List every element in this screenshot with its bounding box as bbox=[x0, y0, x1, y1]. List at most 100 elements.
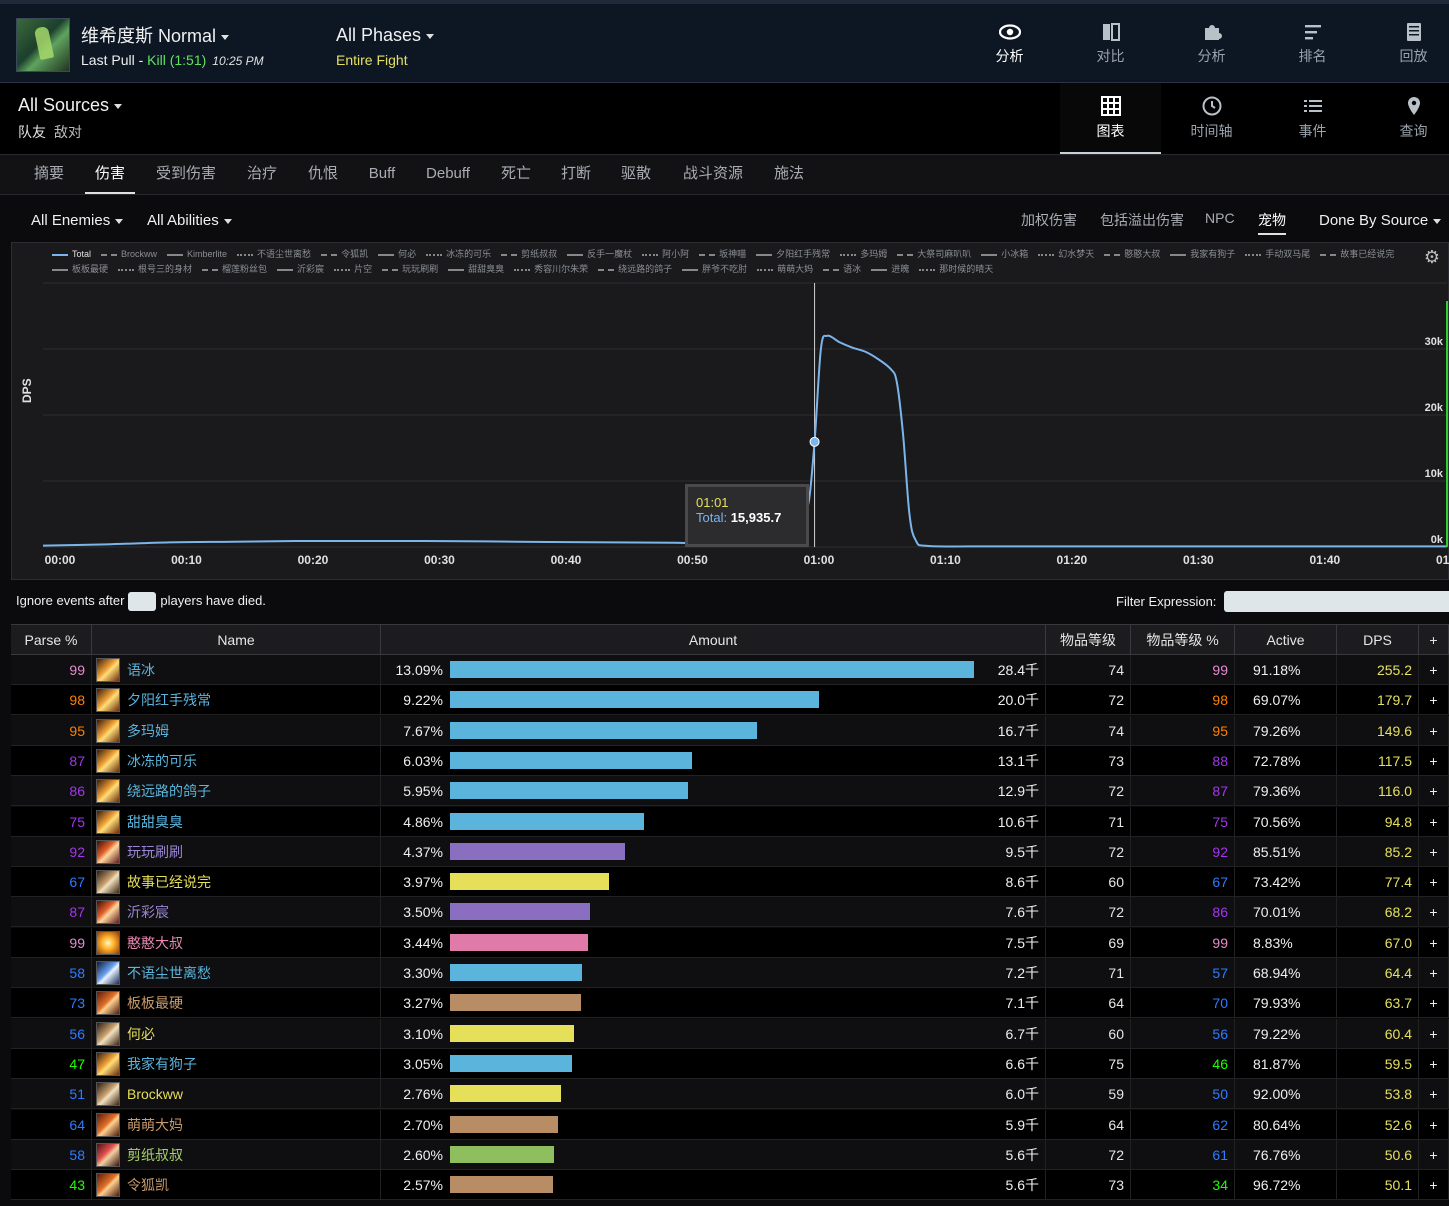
table-row[interactable]: 92 玩玩刷刷 4.37% 9.5千 72 92 85.51% 85.2 + bbox=[11, 836, 1449, 867]
expand-button[interactable]: + bbox=[1419, 1048, 1449, 1079]
topnav-analyzer[interactable]: 分析 bbox=[1161, 4, 1262, 86]
phase-dropdown[interactable]: All Phases bbox=[336, 25, 435, 46]
player-name[interactable]: 绕远路的鸽子 bbox=[127, 776, 211, 806]
tab-threat[interactable]: 仇恨 bbox=[298, 155, 348, 194]
col-ilvl[interactable]: 物品等级 bbox=[1046, 624, 1131, 655]
table-row[interactable]: 56 何必 3.10% 6.7千 60 56 79.22% 60.4 + bbox=[11, 1018, 1449, 1049]
expand-button[interactable]: + bbox=[1419, 897, 1449, 928]
table-row[interactable]: 58 剪纸叔叔 2.60% 5.6千 72 61 76.76% 50.6 + bbox=[11, 1139, 1449, 1170]
name-cell[interactable]: 玩玩刷刷 bbox=[92, 836, 381, 867]
gear-icon[interactable]: ⚙ bbox=[1424, 247, 1440, 268]
enemy-tab[interactable]: 敌对 bbox=[54, 124, 82, 140]
name-cell[interactable]: 夕阳红手残常 bbox=[92, 685, 381, 716]
table-row[interactable]: 58 不语尘世离愁 3.30% 7.2千 71 57 68.94% 64.4 + bbox=[11, 958, 1449, 988]
player-name[interactable]: Brockww bbox=[127, 1079, 183, 1109]
player-name[interactable]: 夕阳红手残常 bbox=[127, 685, 211, 715]
table-row[interactable]: 99 语冰 13.09% 28.4千 74 99 91.18% 255.2 + bbox=[11, 655, 1449, 685]
table-row[interactable]: 51 Brockww 2.76% 6.0千 59 50 92.00% 53.8 + bbox=[11, 1079, 1449, 1110]
legend-item[interactable]: 沂彩宸 bbox=[277, 262, 324, 277]
player-name[interactable]: 板板最硬 bbox=[127, 988, 183, 1018]
col-dps[interactable]: DPS bbox=[1337, 624, 1419, 655]
abilities-dropdown[interactable]: All Abilities bbox=[147, 212, 232, 229]
name-cell[interactable]: 甜甜臭臭 bbox=[92, 806, 381, 837]
expand-button[interactable]: + bbox=[1419, 867, 1449, 898]
name-cell[interactable]: 萌萌大妈 bbox=[92, 1109, 381, 1140]
legend-item[interactable]: 手动双马尾 bbox=[1245, 247, 1310, 262]
player-name[interactable]: 沂彩宸 bbox=[127, 897, 169, 927]
legend-item[interactable]: Brockww bbox=[101, 247, 157, 262]
legend-item[interactable]: 胖爷不吃肘 bbox=[682, 262, 747, 277]
expand-button[interactable]: + bbox=[1419, 715, 1449, 746]
legend-item[interactable]: Kimberlite bbox=[167, 247, 227, 262]
legend-item[interactable]: 片空 bbox=[334, 262, 372, 277]
player-name[interactable]: 令狐凯 bbox=[127, 1170, 169, 1200]
col-parse[interactable]: Parse % bbox=[11, 624, 92, 655]
legend-item[interactable]: 我家有狗子 bbox=[1170, 247, 1235, 262]
name-cell[interactable]: 故事已经说完 bbox=[92, 867, 381, 898]
legend-item[interactable]: Total bbox=[52, 247, 91, 262]
mode-dropdown[interactable]: Done By Source bbox=[1319, 212, 1442, 229]
expand-button[interactable]: + bbox=[1419, 1109, 1449, 1140]
legend-item[interactable]: 反手一魔杖 bbox=[567, 247, 632, 262]
expand-button[interactable]: + bbox=[1419, 927, 1449, 958]
expand-button[interactable]: + bbox=[1419, 745, 1449, 776]
col-ilvl-percent[interactable]: 物品等级 % bbox=[1131, 624, 1235, 655]
table-row[interactable]: 75 甜甜臭臭 4.86% 10.6千 71 75 70.56% 94.8 + bbox=[11, 806, 1449, 837]
table-row[interactable]: 87 冰冻的可乐 6.03% 13.1千 73 88 72.78% 117.5 + bbox=[11, 745, 1449, 776]
name-cell[interactable]: Brockww bbox=[92, 1079, 381, 1110]
name-cell[interactable]: 不语尘世离愁 bbox=[92, 958, 381, 988]
legend-item[interactable]: 令狐凯 bbox=[321, 247, 368, 262]
topnav-compare[interactable]: 对比 bbox=[1060, 4, 1161, 86]
name-cell[interactable]: 剪纸叔叔 bbox=[92, 1139, 381, 1170]
legend-item[interactable]: 憨憨大叔 bbox=[1104, 247, 1160, 262]
sources-dropdown[interactable]: All Sources bbox=[18, 95, 123, 116]
player-name[interactable]: 我家有狗子 bbox=[127, 1049, 197, 1079]
legend-item[interactable]: 不语尘世离愁 bbox=[237, 247, 311, 262]
weighted-damage-toggle[interactable]: 加权伤害 bbox=[1021, 210, 1077, 230]
legend-item[interactable]: 何必 bbox=[378, 247, 416, 262]
player-name[interactable]: 不语尘世离愁 bbox=[127, 958, 211, 988]
legend-item[interactable]: 剪纸叔叔 bbox=[501, 247, 557, 262]
tab-interrupts[interactable]: 打断 bbox=[551, 155, 601, 194]
expand-button[interactable]: + bbox=[1419, 836, 1449, 867]
player-name[interactable]: 多玛姆 bbox=[127, 716, 169, 746]
filter-expression-input[interactable] bbox=[1224, 591, 1449, 612]
legend-item[interactable]: 幻水梦天 bbox=[1038, 247, 1094, 262]
legend-item[interactable]: 绕远路的鸽子 bbox=[598, 262, 672, 277]
expand-button[interactable]: + bbox=[1419, 1139, 1449, 1170]
table-row[interactable]: 67 故事已经说完 3.97% 8.6千 60 67 73.42% 77.4 + bbox=[11, 867, 1449, 898]
expand-button[interactable]: + bbox=[1419, 685, 1449, 716]
hover-point-marker[interactable] bbox=[809, 436, 820, 447]
legend-item[interactable]: 那时候的晴天 bbox=[919, 262, 993, 277]
tab-dispels[interactable]: 驱散 bbox=[611, 155, 661, 194]
subnav-events[interactable]: 事件 bbox=[1262, 83, 1363, 154]
table-row[interactable]: 43 令狐凯 2.57% 5.6千 73 34 96.72% 50.1 + bbox=[11, 1170, 1449, 1201]
name-cell[interactable]: 多玛姆 bbox=[92, 715, 381, 746]
legend-item[interactable]: 甜甜臭臭 bbox=[448, 262, 504, 277]
player-name[interactable]: 冰冻的可乐 bbox=[127, 746, 197, 776]
table-row[interactable]: 64 萌萌大妈 2.70% 5.9千 64 62 80.64% 52.6 + bbox=[11, 1109, 1449, 1140]
legend-item[interactable]: 榴莲粉丝包 bbox=[202, 262, 267, 277]
subnav-timeline[interactable]: 时间轴 bbox=[1161, 83, 1262, 154]
friendly-tab[interactable]: 队友 bbox=[18, 124, 46, 140]
legend-item[interactable]: 故事已经说完 bbox=[1320, 247, 1394, 262]
topnav-analyze[interactable]: 分析 bbox=[959, 4, 1060, 86]
table-row[interactable]: 73 板板最硬 3.27% 7.1千 64 70 79.93% 63.7 + bbox=[11, 988, 1449, 1019]
expand-button[interactable]: + bbox=[1419, 806, 1449, 837]
table-row[interactable]: 86 绕远路的鸽子 5.95% 12.9千 72 87 79.36% 116.0 + bbox=[11, 776, 1449, 807]
tab-resources[interactable]: 战斗资源 bbox=[672, 155, 754, 194]
col-expand[interactable]: + bbox=[1419, 624, 1449, 655]
legend-item[interactable]: 坂神喵 bbox=[699, 247, 746, 262]
player-name[interactable]: 憨憨大叔 bbox=[127, 928, 183, 958]
legend-item[interactable]: 玩玩刷刷 bbox=[382, 262, 438, 277]
boss-avatar[interactable] bbox=[16, 18, 70, 72]
expand-button[interactable]: + bbox=[1419, 1170, 1449, 1201]
legend-item[interactable]: 进魄 bbox=[871, 262, 909, 277]
encounter-dropdown[interactable]: 维希度斯 Normal bbox=[81, 22, 230, 48]
enemies-dropdown[interactable]: All Enemies bbox=[31, 212, 124, 229]
name-cell[interactable]: 板板最硬 bbox=[92, 988, 381, 1019]
tab-buffs[interactable]: Buff bbox=[359, 155, 405, 194]
topnav-replay[interactable]: 回放 bbox=[1363, 4, 1449, 86]
legend-item[interactable]: 多玛姆 bbox=[840, 247, 887, 262]
name-cell[interactable]: 何必 bbox=[92, 1018, 381, 1049]
